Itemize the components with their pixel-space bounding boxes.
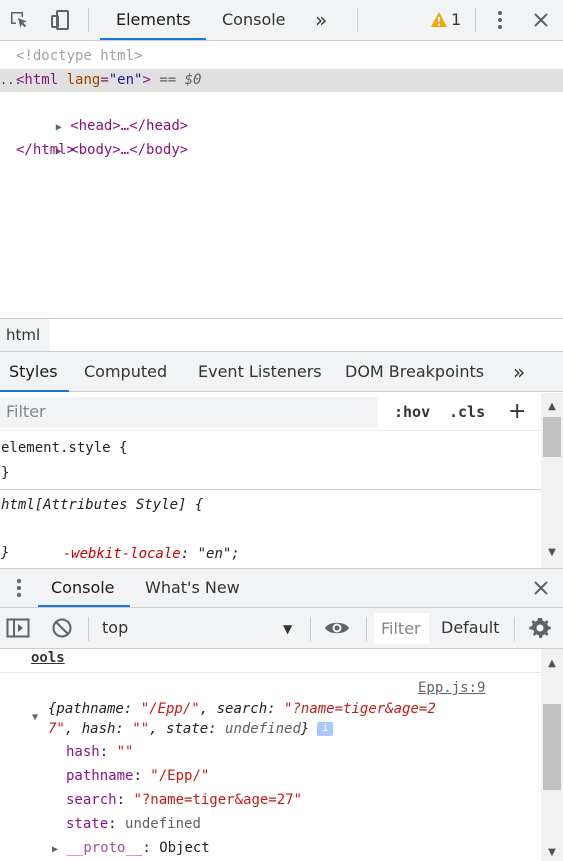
gear-icon[interactable] xyxy=(528,616,552,644)
toolbar-divider xyxy=(310,617,311,641)
console-output: ools Epp.js:9 ▼ {pathname: "/Epp/", sear… xyxy=(0,649,541,861)
hover-state-toggle[interactable]: :hov xyxy=(394,393,430,431)
scroll-down-icon[interactable]: ▼ xyxy=(541,545,563,559)
scrollbar-thumb[interactable] xyxy=(543,417,561,457)
new-style-rule-button[interactable]: + xyxy=(508,393,526,431)
object-property-row[interactable]: search: "?name=tiger&age=27" xyxy=(66,788,302,812)
inspect-element-icon[interactable] xyxy=(7,8,31,32)
toolbar-divider xyxy=(88,617,89,641)
filter-placeholder: Filter xyxy=(6,402,46,421)
rule-divider xyxy=(0,489,541,490)
drawer-menu-icon[interactable] xyxy=(16,578,22,602)
css-declaration[interactable]: -webkit-locale: "en"; xyxy=(29,518,240,562)
html-close-tag[interactable]: </html> xyxy=(16,139,75,162)
tab-styles[interactable]: Styles xyxy=(9,352,58,392)
tab-dom-breakpoints[interactable]: DOM Breakpoints xyxy=(345,352,484,392)
warning-icon[interactable] xyxy=(430,11,448,29)
close-drawer-icon[interactable] xyxy=(533,580,549,600)
more-tabs-button[interactable]: » xyxy=(315,0,327,40)
object-property-row[interactable]: ▶ __proto__: Object xyxy=(52,836,210,860)
breadcrumb-item-html[interactable]: html xyxy=(0,319,50,351)
html-node-selected[interactable]: ... <html lang="en"> == $0 xyxy=(0,69,563,92)
styles-filter-bar: Filter :hov .cls + xyxy=(0,393,541,431)
more-tabs-button[interactable]: » xyxy=(513,352,525,392)
object-property-row[interactable]: pathname: "/Epp/" xyxy=(66,764,209,788)
console-partial-link[interactable]: ools xyxy=(31,649,65,670)
body-node[interactable]: ▶ <body>…</body> xyxy=(22,116,188,158)
log-levels-dropdown[interactable]: Default xyxy=(441,608,499,648)
drawer-tab-whats-new[interactable]: What's New xyxy=(145,569,240,607)
context-selector[interactable]: top xyxy=(102,608,128,648)
drawer-tab-console[interactable]: Console xyxy=(51,569,115,607)
styles-rules: element.style { } html[Attributes Style]… xyxy=(0,431,541,567)
device-toolbar-icon[interactable] xyxy=(48,8,72,32)
tab-event-listeners[interactable]: Event Listeners xyxy=(198,352,322,392)
css-property-name: -webkit-locale xyxy=(62,546,181,562)
selected-marker: == $0 xyxy=(150,72,202,88)
scroll-down-icon[interactable]: ▼ xyxy=(541,845,563,859)
breadcrumb: html xyxy=(0,318,563,352)
styles-scrollbar[interactable]: ▲ ▼ xyxy=(541,393,563,568)
tab-elements-underline xyxy=(100,38,206,40)
lang-attribute-name: lang xyxy=(66,72,101,88)
attributes-style-close: } xyxy=(1,545,10,561)
toolbar-divider xyxy=(357,8,358,32)
attributes-style-selector[interactable]: html[Attributes Style] { xyxy=(1,493,203,517)
scrollbar-thumb[interactable] xyxy=(543,704,561,790)
warning-count[interactable]: 1 xyxy=(451,0,461,40)
toolbar-divider xyxy=(475,8,476,32)
scroll-up-icon[interactable]: ▲ xyxy=(541,399,563,413)
drawer-toolbar: Console What's New xyxy=(0,568,563,608)
console-toolbar: top ▼ Filter Default xyxy=(0,608,563,649)
tab-elements[interactable]: Elements xyxy=(116,0,191,40)
element-style-close: } xyxy=(1,465,10,481)
toggle-sidebar-icon[interactable] xyxy=(6,618,30,642)
lang-attribute-value: "en" xyxy=(108,72,143,88)
toolbar-divider xyxy=(88,8,89,32)
chevron-down-icon[interactable]: ▼ xyxy=(283,622,292,636)
elements-tree: <!doctype html> ... <html lang="en"> == … xyxy=(0,41,563,318)
object-preview-line-2[interactable]: 7", hash: "", state: undefined} i xyxy=(48,717,334,741)
toolbar-divider xyxy=(514,617,515,641)
kebab-menu-icon[interactable] xyxy=(488,8,512,32)
object-property-row[interactable]: hash: "" xyxy=(66,740,133,764)
clear-console-icon[interactable] xyxy=(51,617,73,643)
tab-console[interactable]: Console xyxy=(222,0,286,40)
scroll-up-icon[interactable]: ▲ xyxy=(541,656,563,670)
console-scrollbar[interactable]: ▲ ▼ xyxy=(541,649,563,861)
close-icon[interactable] xyxy=(529,8,553,32)
filter-placeholder: Filter xyxy=(381,619,421,638)
html-open-tag: <html xyxy=(16,72,59,88)
drawer-tab-console-underline xyxy=(38,605,130,607)
css-property-value: "en"; xyxy=(197,546,240,562)
message-divider xyxy=(0,672,541,673)
eye-icon[interactable] xyxy=(324,619,350,641)
devtools-toolbar: Elements Console » 1 xyxy=(0,0,563,41)
toolbar-divider xyxy=(366,617,367,641)
head-node[interactable]: ▶ <head>…</head> xyxy=(22,92,188,134)
console-filter-input[interactable]: Filter xyxy=(374,613,429,644)
tab-computed[interactable]: Computed xyxy=(84,352,167,392)
info-icon[interactable]: i xyxy=(317,722,334,736)
expand-triangle-icon[interactable]: ▶ xyxy=(52,844,58,855)
object-property-row[interactable]: state: undefined xyxy=(66,812,201,836)
collapse-triangle-icon[interactable]: ▼ xyxy=(32,706,38,730)
styles-filter-input[interactable]: Filter xyxy=(0,397,378,427)
tab-styles-underline xyxy=(0,390,69,392)
styles-pane-tabs: Styles Computed Event Listeners DOM Brea… xyxy=(0,352,563,392)
element-style-selector[interactable]: element.style { xyxy=(1,436,127,460)
class-toggle[interactable]: .cls xyxy=(449,393,485,431)
doctype-node[interactable]: <!doctype html> xyxy=(16,45,142,68)
